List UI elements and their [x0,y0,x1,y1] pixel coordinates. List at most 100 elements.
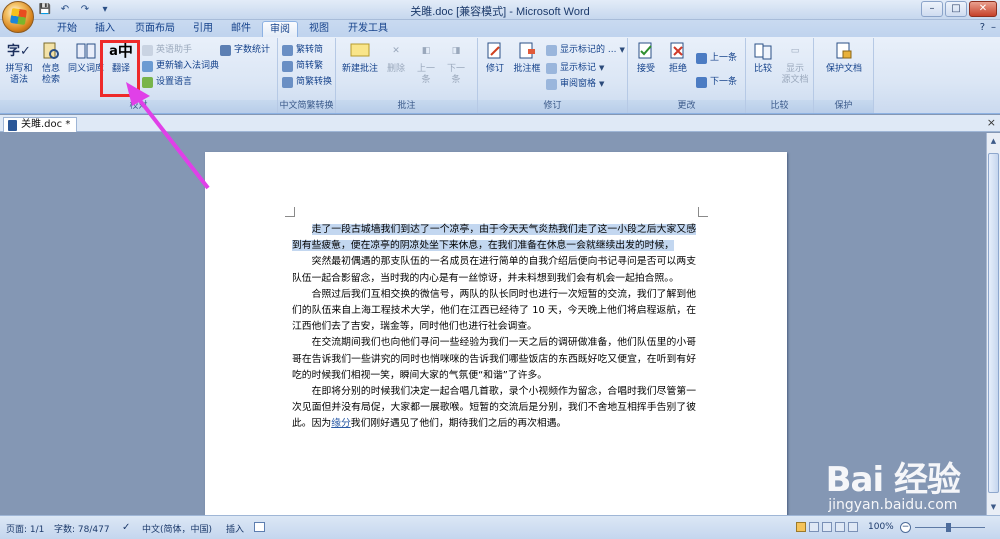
help-icon[interactable]: ? [980,22,985,33]
status-language[interactable]: 中文(简体，中国) [142,522,212,535]
group-tracking: 修订 批注框 显示标记的 ... ▼ 显示标记 ▼ 审阅窗格 ▼ 修订 [478,38,628,113]
draft-view-icon[interactable] [848,522,858,532]
display-review-icon [546,45,557,56]
compare-button[interactable]: 比较 [750,40,776,75]
to-simplified-button[interactable]: 简转繁 [282,60,323,73]
scroll-thumb[interactable] [988,153,999,493]
next-change-button[interactable]: 下一条 [696,76,737,89]
status-word-count[interactable]: 字数: 78/477 [54,522,110,535]
office-button[interactable] [2,1,34,33]
previous-change-label: 上一条 [710,53,738,63]
crop-mark-top-right [698,207,708,217]
status-insert-mode[interactable]: 插入 [226,522,244,535]
full-screen-view-icon[interactable] [809,522,819,532]
print-layout-view-icon[interactable] [796,522,806,532]
previous-change-icon [696,53,707,64]
previous-change-button[interactable]: 上一条 [696,52,737,65]
prev-comment-button[interactable]: ◧ 上一 条 [414,40,438,86]
group-proofing-label: 校对 [0,100,277,113]
outline-view-icon[interactable] [835,522,845,532]
chinese-convert-label: 简繁转换 [296,77,333,87]
display-for-review-dropdown[interactable]: 显示标记的 ... ▼ [546,44,625,57]
next-change-label: 下一条 [710,77,738,87]
zoom-level[interactable]: 100% [868,522,894,532]
balloons-icon [515,40,539,62]
tab-page-layout[interactable]: 页面布局 [128,21,182,37]
chevron-down-icon: ▼ [599,64,605,72]
ribbon-tabs: 开始 插入 页面布局 引用 邮件 审阅 视图 开发工具 ? – [0,20,1000,37]
group-comments: 新建批注 ✕ 删除 ◧ 上一 条 ◨ 下一 条 批注 [336,38,478,113]
macro-record-icon[interactable] [254,522,265,532]
maximize-button[interactable]: □ [945,1,967,17]
delete-comment-label: 删除 [386,64,405,74]
tab-mailings[interactable]: 邮件 [224,21,258,37]
tab-references[interactable]: 引用 [186,21,220,37]
view-buttons [796,522,858,532]
new-comment-label: 新建批注 [341,64,378,74]
tab-review[interactable]: 审阅 [262,21,298,37]
vertical-scrollbar[interactable]: ▲ ▼ [986,133,1000,515]
accept-button[interactable]: 接受 [632,40,660,75]
balloons-button[interactable]: 批注框 [512,40,542,75]
update-ime-icon [142,61,153,72]
update-ime-button[interactable]: 更新输入法词典 [142,60,219,73]
reject-label: 拒绝 [668,64,687,74]
word-window: 💾 ↶ ↷ ▾ 关雎.doc [兼容模式] - Microsoft Word –… [0,0,1000,539]
paragraph-text: 我们刚好遇见了他们，期待我们之后的再次相遇。 [350,418,567,430]
group-changes-label: 更改 [628,100,745,113]
word-doc-icon [8,119,17,131]
scroll-up-icon[interactable]: ▲ [988,135,999,147]
tab-developer[interactable]: 开发工具 [342,21,394,37]
zoom-out-icon[interactable]: − [900,522,911,533]
word-count-label: 字数统计 [234,45,271,55]
show-source-button[interactable]: ▭ 显示 源文档 [780,40,810,86]
delete-comment-icon: ✕ [392,45,400,56]
word-count-button[interactable]: 字数统计 [220,44,270,57]
status-page[interactable]: 页面: 1/1 [6,522,44,535]
web-layout-view-icon[interactable] [822,522,832,532]
zoom-slider-thumb[interactable] [946,523,951,532]
tab-home[interactable]: 开始 [50,21,84,37]
research-button[interactable]: 信息 检索 [38,40,64,86]
group-chinese-conversion: 繁转简 简转繁 简繁转换 中文简繁转换 [278,38,336,113]
delete-comment-button[interactable]: ✕ 删除 [384,40,408,75]
to-traditional-button[interactable]: 繁转简 [282,44,323,57]
track-changes-button[interactable]: 修订 [482,40,508,75]
document-tab-label: 关雎.doc * [21,119,71,130]
set-language-button[interactable]: 设置语言 [142,76,192,89]
reviewing-pane-button[interactable]: 审阅窗格 ▼ [546,78,604,91]
paragraph: 合照过后我们互相交换的微信号，两队的队长同时也进行一次短暂的交流，我们了解到他们… [292,288,696,333]
ribbon-toggle-icon[interactable]: – [991,22,996,33]
group-compare-label: 比较 [746,100,813,113]
translation-tip-button[interactable]: 英语助手 [142,44,192,57]
prev-comment-icon: ◧ [421,45,431,56]
selected-text: 走了一段古城墙我们到达了一个凉亭，由于今天天气炎热我们走了这一小段之后大家又感到… [292,224,696,252]
tab-view[interactable]: 视图 [302,21,336,37]
document-close-icon[interactable]: × [987,116,996,129]
document-tab[interactable]: 关雎.doc * [3,117,78,132]
proofing-check-icon[interactable]: ✓ [122,522,130,533]
reviewing-pane-icon [546,79,557,90]
next-comment-button[interactable]: ◨ 下一 条 [444,40,468,86]
protect-document-button[interactable]: 保护文档 [820,40,868,75]
group-changes: 接受 拒绝 上一条 下一条 更改 [628,38,746,113]
chinese-convert-button[interactable]: 简繁转换 [282,76,332,89]
minimize-button[interactable]: – [921,1,943,17]
close-button[interactable]: ✕ [969,1,997,17]
watermark-url: jingyan.baidu.com [828,497,958,513]
spelling-button[interactable]: 字✓ 拼写和 语法 [4,40,34,86]
chevron-down-icon: ▼ [599,80,605,88]
show-markup-button[interactable]: 显示标记 ▼ [546,62,604,75]
ribbon: 字✓ 拼写和 语法 信息 检索 同义词库 a中 翻译 英语助手 更新输入法词典 … [0,37,1000,114]
tab-insert[interactable]: 插入 [88,21,122,37]
show-source-label: 显示 源文档 [781,64,809,85]
thesaurus-button[interactable]: 同义词库 [68,40,104,75]
set-language-icon [142,77,153,88]
reject-button[interactable]: 拒绝 [664,40,692,75]
document-body[interactable]: 走了一段古城墙我们到达了一个凉亭，由于今天天气炎热我们走了这一小段之后大家又感到… [292,222,696,433]
chevron-down-icon: ▼ [619,46,625,54]
new-comment-icon [348,40,372,62]
new-comment-button[interactable]: 新建批注 [340,40,380,75]
scroll-down-icon[interactable]: ▼ [988,501,999,513]
chinese-convert-icon [282,77,293,88]
